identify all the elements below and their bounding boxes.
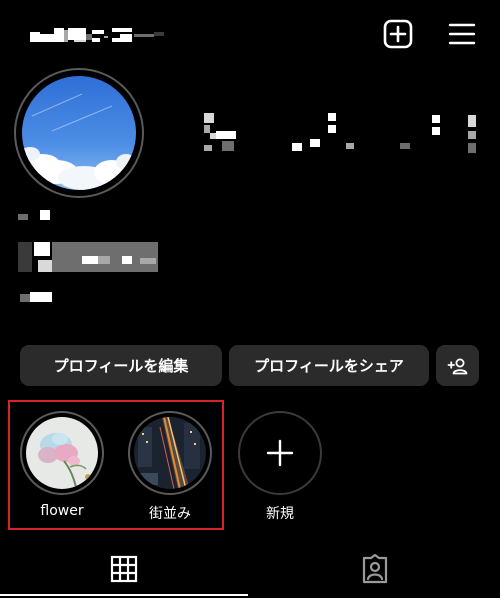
avatar-image — [22, 76, 136, 190]
new-highlight-button[interactable]: 新規 — [238, 411, 322, 522]
profile-avatar[interactable] — [14, 68, 144, 198]
plus-square-icon — [383, 19, 413, 49]
highlight-flower-image — [26, 417, 98, 489]
profile-stats[interactable] — [200, 105, 490, 155]
username[interactable] — [30, 26, 195, 46]
hamburger-menu-icon — [448, 23, 476, 45]
profile-bio — [18, 238, 163, 274]
tab-tagged[interactable] — [250, 545, 500, 593]
tab-posts-grid[interactable] — [0, 545, 248, 593]
active-tab-indicator — [0, 594, 248, 596]
create-button[interactable] — [380, 16, 416, 52]
highlight-label: 街並み — [149, 506, 191, 522]
highlight-townscape[interactable]: 街並み — [128, 411, 212, 522]
discover-people-button[interactable] — [436, 345, 479, 386]
plus-icon — [266, 439, 294, 467]
highlight-flower[interactable]: flower — [20, 411, 104, 519]
share-profile-button[interactable]: プロフィールをシェア — [229, 345, 429, 386]
highlight-townscape-image — [134, 417, 206, 489]
highlight-label: flower — [40, 503, 84, 519]
profile-link[interactable] — [20, 290, 56, 306]
new-highlight-label: 新規 — [266, 506, 294, 522]
profile-name — [18, 208, 58, 228]
menu-button[interactable] — [444, 16, 480, 52]
edit-profile-button[interactable]: プロフィールを編集 — [20, 345, 222, 386]
add-person-icon — [447, 358, 467, 374]
person-tag-icon — [362, 554, 388, 584]
grid-icon — [110, 555, 138, 583]
